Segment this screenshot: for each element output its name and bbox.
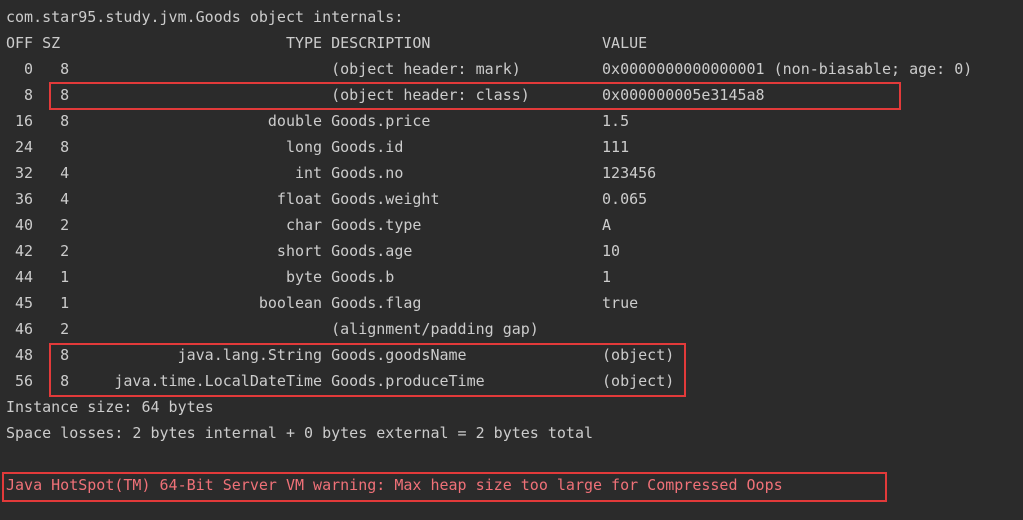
table-row: 32 4 int Goods.no 123456 (6, 160, 1017, 186)
class-title: com.star95.study.jvm.Goods object intern… (6, 4, 1017, 30)
table-row: 44 1 byte Goods.b 1 (6, 264, 1017, 290)
table-row: 8 8 (object header: class) 0x000000005e3… (6, 82, 1017, 108)
vm-warning-line: Java HotSpot(TM) 64-Bit Server VM warnin… (6, 472, 1017, 498)
table-header-row: OFF SZ TYPE DESCRIPTION VALUE (6, 30, 1017, 56)
table-row: 0 8 (object header: mark) 0x000000000000… (6, 56, 1017, 82)
table-row: 45 1 boolean Goods.flag true (6, 290, 1017, 316)
table-row: 46 2 (alignment/padding gap) (6, 316, 1017, 342)
table-row: 42 2 short Goods.age 10 (6, 238, 1017, 264)
table-row: 40 2 char Goods.type A (6, 212, 1017, 238)
table-row: 56 8 java.time.LocalDateTime Goods.produ… (6, 368, 1017, 394)
table-row: 48 8 java.lang.String Goods.goodsName (o… (6, 342, 1017, 368)
console-output: com.star95.study.jvm.Goods object intern… (0, 0, 1023, 504)
table-row: 24 8 long Goods.id 111 (6, 134, 1017, 160)
table-row: 36 4 float Goods.weight 0.065 (6, 186, 1017, 212)
blank-line (6, 446, 1017, 472)
table-row: 16 8 double Goods.price 1.5 (6, 108, 1017, 134)
instance-size-line: Instance size: 64 bytes (6, 394, 1017, 420)
space-losses-line: Space losses: 2 bytes internal + 0 bytes… (6, 420, 1017, 446)
